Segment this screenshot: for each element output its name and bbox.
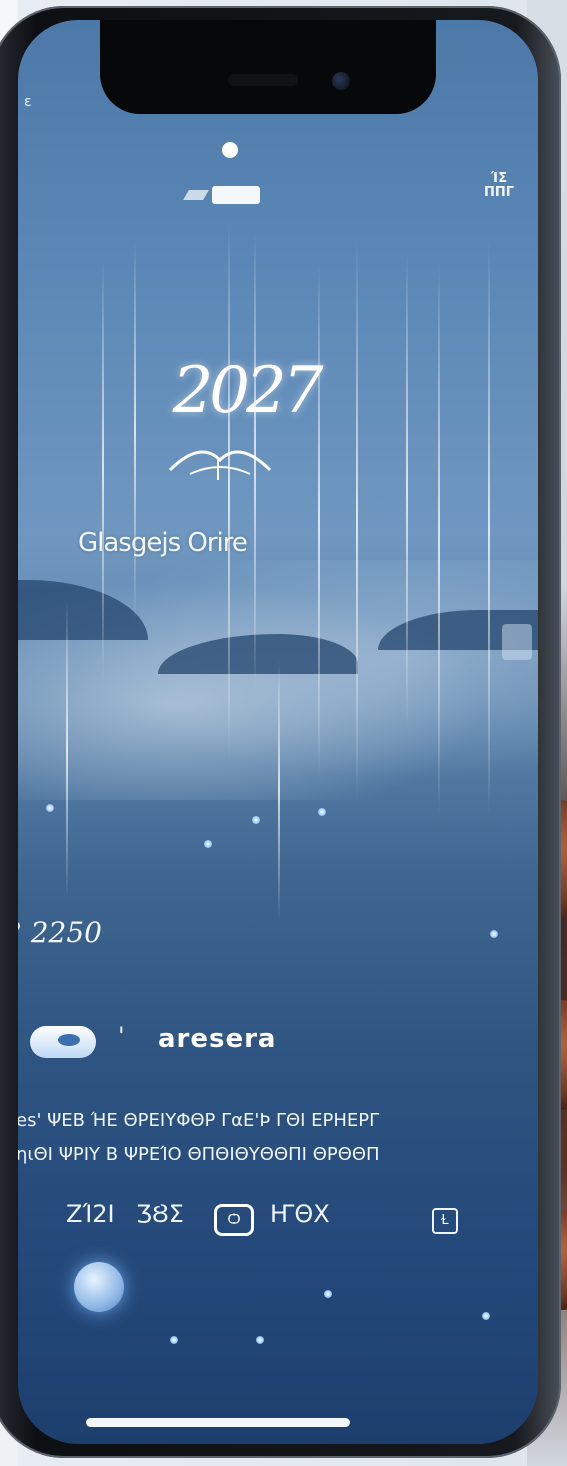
forecast-square-icon[interactable]: Ɫ: [432, 1208, 458, 1234]
rain-drop: [204, 840, 212, 848]
cloud-icon[interactable]: [30, 1026, 96, 1058]
forecast-row: ZΊ2Ӏ ӠȢΣ Ѻ ҤΘΧ Ɫ: [18, 1200, 538, 1240]
forecast-item-1: ZΊ2Ӏ: [66, 1200, 115, 1228]
rain-drop: [482, 1312, 490, 1320]
rain-streak: [228, 220, 230, 760]
forecast-item-3: ҤΘΧ: [270, 1200, 330, 1228]
rain-streak: [438, 260, 440, 820]
status-right: ΊΣ ΠΠΓ: [484, 172, 514, 200]
rain-drop: [170, 1336, 178, 1344]
rain-streak: [134, 240, 136, 620]
rain-drop: [46, 804, 54, 812]
rain-drop: [490, 930, 498, 938]
rain-drop: [252, 816, 260, 824]
globe-button[interactable]: [74, 1262, 124, 1312]
earpiece-speaker: [228, 74, 298, 86]
lock-subtitle: Glasgejs Orire: [78, 528, 248, 558]
notch: [100, 20, 436, 114]
description-line-1: es' ΨΕΒ ΉΕ ΘΡΕΙΥΦΘΡ ΓαΕ'Ϸ ΓΘΙ ΕΡΗΕΡΓ: [18, 1110, 380, 1131]
time-display: 2 2250: [18, 916, 102, 949]
rain-drop: [318, 808, 326, 816]
status-right-top: ΊΣ: [490, 171, 508, 186]
front-camera: [332, 72, 350, 90]
phone-frame: ε ΊΣ ΠΠΓ 2027 Glasgejs Orire 2 2250 ' ar…: [0, 6, 561, 1458]
rain-streak: [406, 250, 408, 730]
lock-screen: ε ΊΣ ΠΠΓ 2027 Glasgejs Orire 2 2250 ' ar…: [18, 20, 538, 1444]
status-left-text: ε: [24, 94, 32, 110]
status-right-bottom: ΠΠΓ: [484, 185, 515, 200]
rain-streak: [66, 600, 68, 900]
rain-streak: [356, 240, 358, 800]
rain-drop: [324, 1290, 332, 1298]
forecast-item-2: ӠȢΣ: [136, 1200, 184, 1228]
rain-streak: [488, 240, 490, 820]
separator-tick: ': [118, 1022, 125, 1050]
battery-icon: [183, 184, 260, 206]
rain-streak: [102, 260, 104, 680]
home-indicator[interactable]: [86, 1418, 350, 1427]
description-line-2: ηιΘΙ ΨΡΙΥ Β ΨΡΕΊΟ ΘΠΘΙΘΥΘΘΠΙ ΘΡΘΘΠ: [18, 1144, 380, 1165]
side-widget-icon: [502, 624, 532, 660]
lotus-ornament-icon: [168, 450, 272, 480]
status-dot-icon: [222, 142, 238, 158]
weather-row: ' aresera: [18, 1020, 538, 1070]
year-display: 2027: [172, 354, 324, 428]
rain-streak: [278, 660, 280, 920]
weather-description: es' ΨΕΒ ΉΕ ΘΡΕΙΥΦΘΡ ΓαΕ'Ϸ ΓΘΙ ΕΡΗΕΡΓ ηιΘ…: [18, 1104, 536, 1172]
rain-streak: [318, 260, 320, 780]
rain-drop: [256, 1336, 264, 1344]
forecast-badge-icon[interactable]: Ѻ: [214, 1204, 254, 1236]
weather-condition: aresera: [158, 1024, 277, 1054]
